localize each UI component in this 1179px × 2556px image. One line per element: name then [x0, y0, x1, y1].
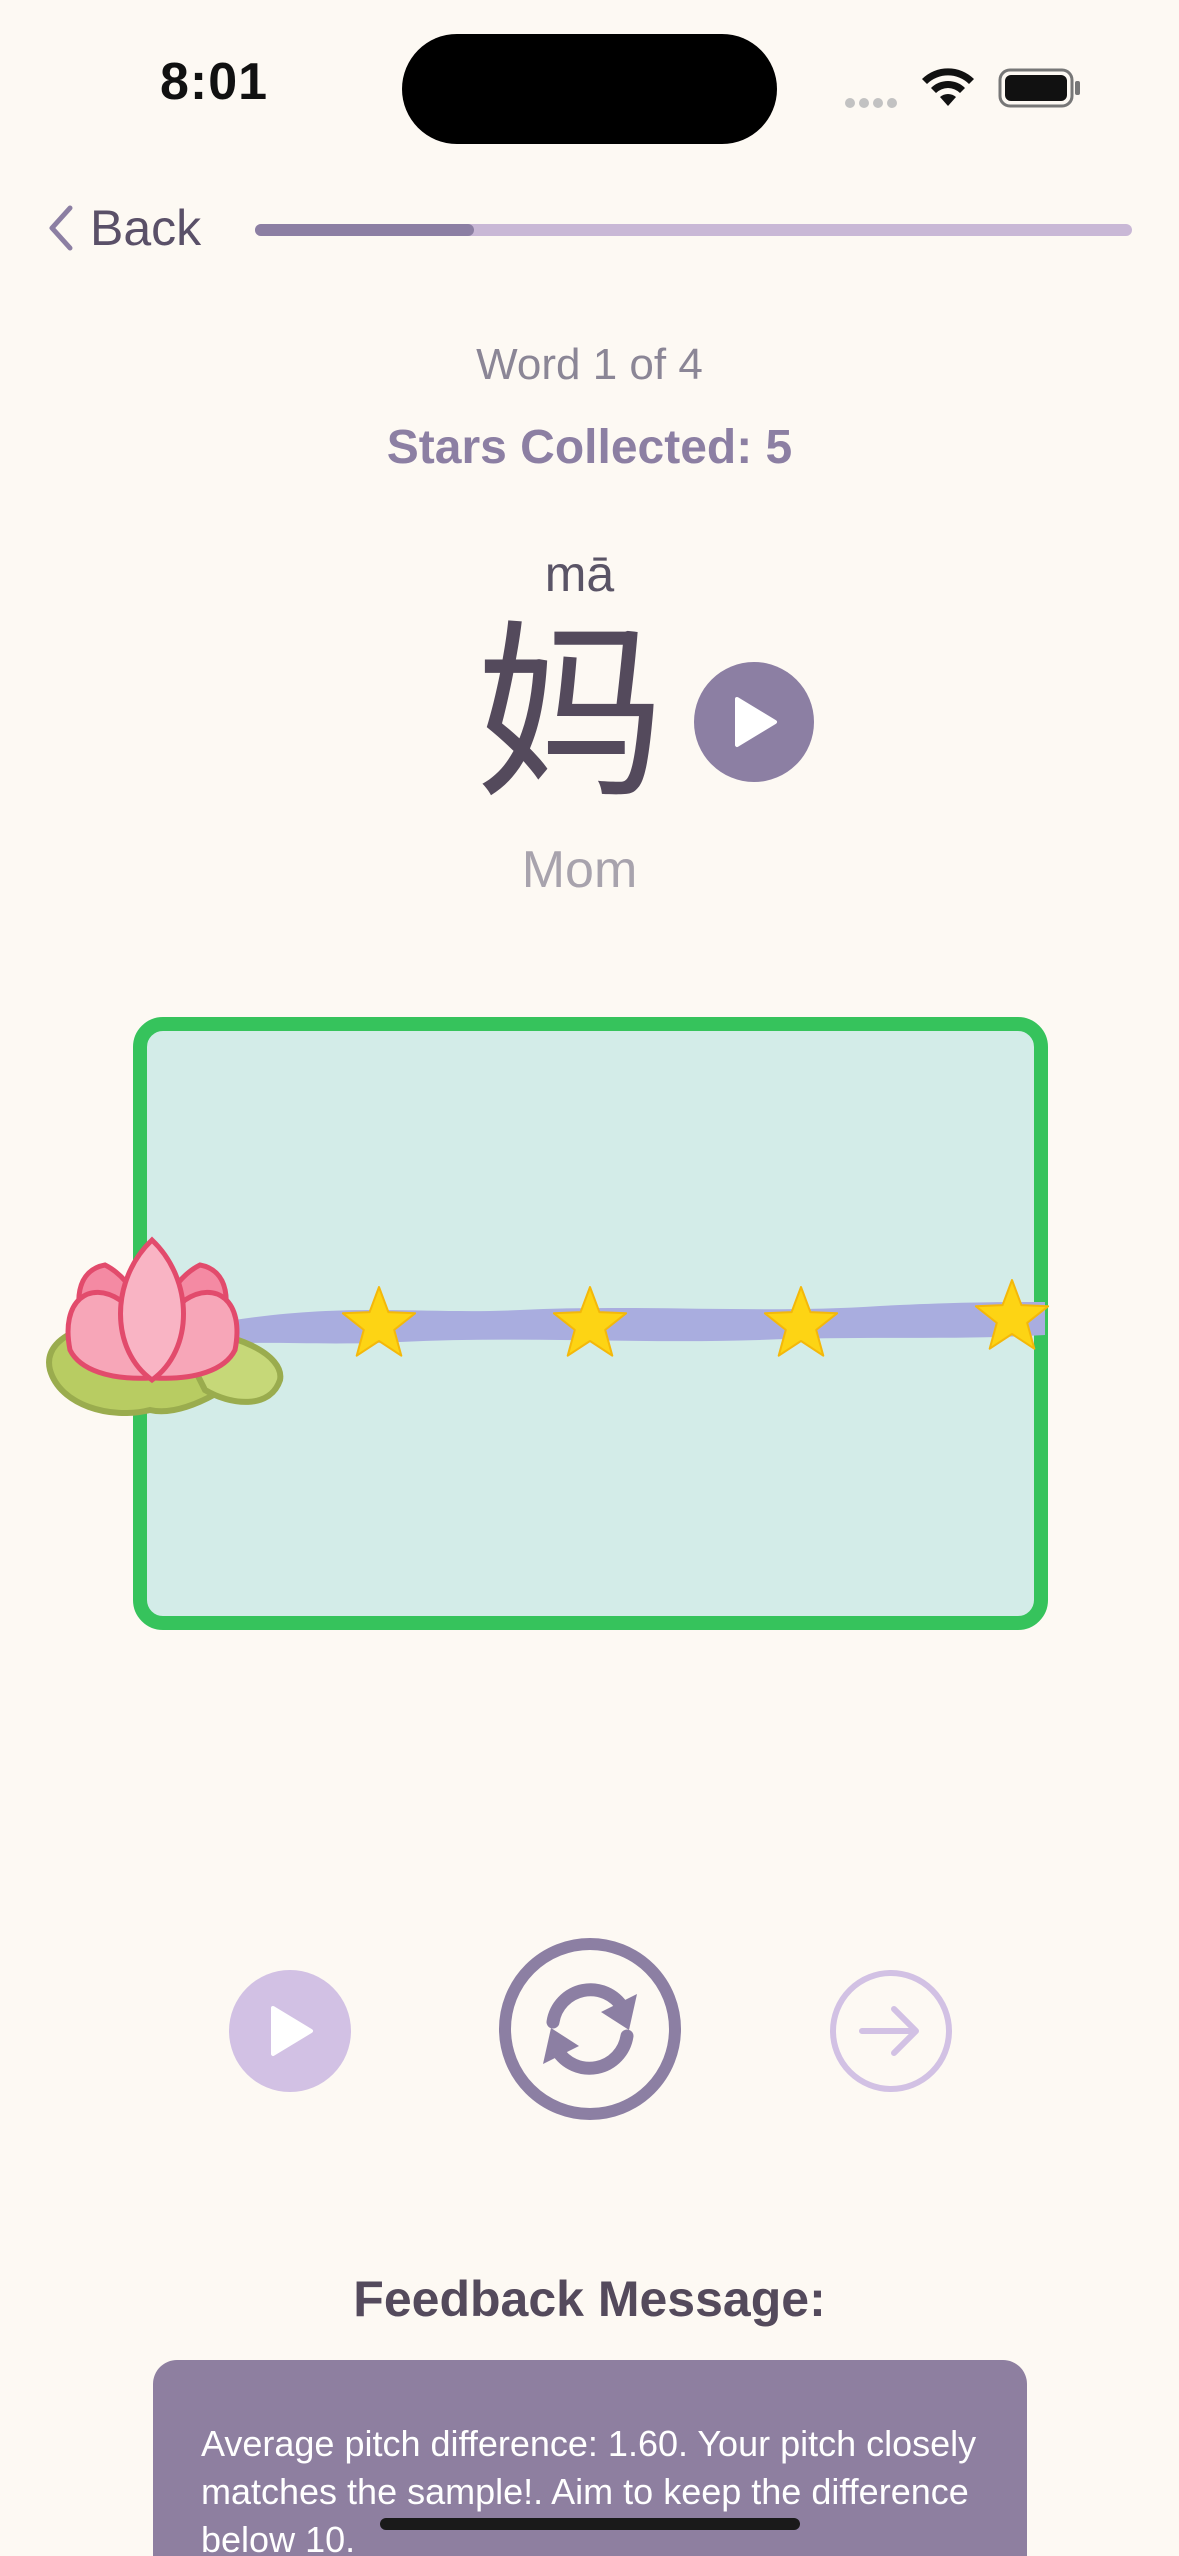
- pitch-line: [205, 1302, 1045, 1345]
- star-icon: [552, 1286, 628, 1357]
- refresh-icon: [543, 1983, 637, 2075]
- play-icon: [271, 2006, 313, 2056]
- feedback-title: Feedback Message:: [353, 2271, 826, 2327]
- star-icon: [763, 1286, 839, 1357]
- arrow-right-icon: [859, 2006, 919, 2056]
- star-icon: [974, 1279, 1050, 1350]
- star-icon: [341, 1286, 417, 1357]
- home-indicator: [380, 2518, 800, 2530]
- next-button[interactable]: [830, 1970, 952, 2092]
- app-screen: 8:01 Back Word 1 of 4 Stars Collected: 5…: [0, 0, 1179, 2556]
- pitch-track-layer: [46, 1236, 1050, 1416]
- play-recording-button[interactable]: [229, 1970, 351, 2092]
- retry-button[interactable]: [499, 1938, 681, 2120]
- feedback-message: Average pitch difference: 1.60. Your pit…: [201, 2423, 977, 2556]
